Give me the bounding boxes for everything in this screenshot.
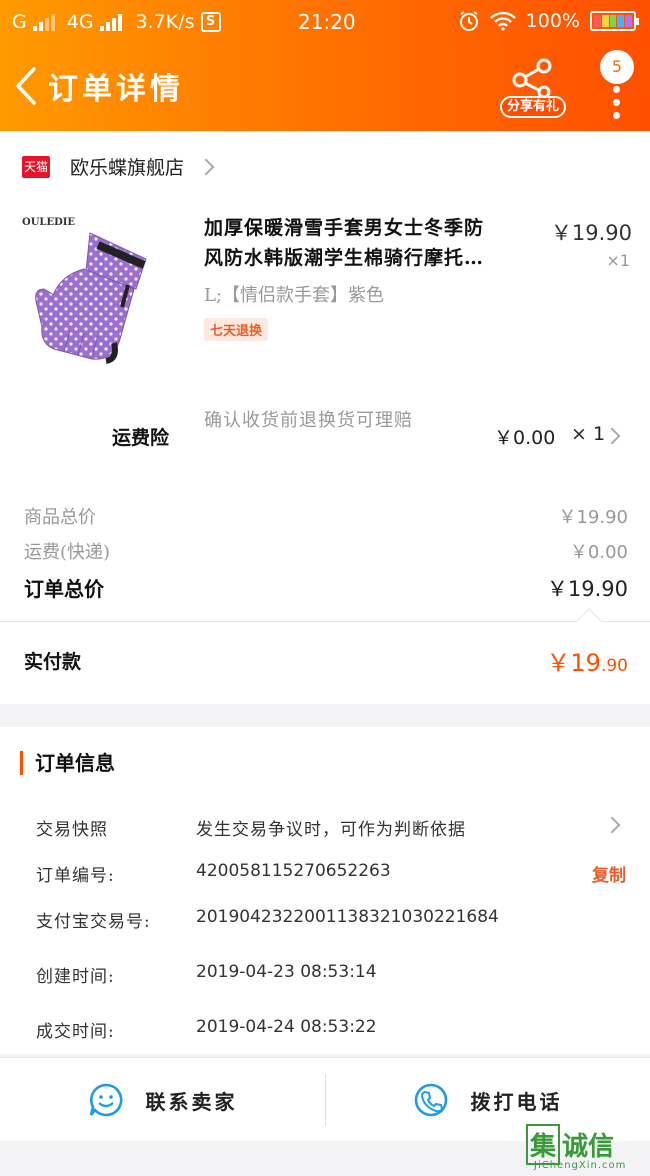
share-icon — [512, 58, 552, 98]
paid-amount-label: 实付款 — [24, 651, 82, 673]
order-card: 天猫 欧乐蝶旗舰店 OULEDIE 加厚保暖滑雪手套男女士冬季防 风防水韩版潮学… — [0, 131, 650, 704]
order-info-section: 订单信息 交易快照 发生交易争议时，可作为判断依据 订单编号: 42005811… — [0, 727, 650, 1054]
deal-time-label: 成交时间: — [36, 1022, 115, 1042]
seven-day-return-tag: 七天退换 — [204, 318, 269, 341]
shop-row[interactable]: 天猫 欧乐蝶旗舰店 — [22, 153, 215, 180]
shipping-insurance-price: ￥0.00 — [494, 427, 556, 449]
goods-total-label: 商品总价 — [24, 507, 96, 528]
status-left: G 4G 3.7K/s S — [12, 11, 221, 33]
watermark-logo: 集诚信 JiChengXin.com — [526, 1124, 642, 1174]
order-total-label: 订单总价 — [24, 577, 104, 601]
share-gift-button[interactable]: 分享有礼 — [500, 56, 566, 118]
chevron-right-icon[interactable] — [603, 427, 621, 445]
chat-icon — [89, 1083, 122, 1117]
glove-icon — [35, 232, 147, 364]
shop-name: 欧乐蝶旗舰店 — [70, 157, 185, 179]
signal-icon — [99, 13, 122, 31]
battery-percent: 100% — [525, 10, 580, 32]
more-menu-button[interactable]: 5 — [600, 50, 636, 119]
contact-seller-button[interactable]: 联系卖家 — [0, 1058, 325, 1142]
shipping-fee-row: 运费(快递) ￥0.00 — [24, 538, 628, 564]
header: G 4G 3.7K/s S 21:20 100% 订单详情 分享有礼 5 — [0, 0, 650, 131]
order-total-value: ￥19.90 — [546, 577, 628, 601]
goods-total-value: ￥19.90 — [558, 507, 628, 528]
watermark-box-char: 集 — [526, 1124, 561, 1165]
back-arrow-icon[interactable] — [12, 66, 40, 106]
more-dots-icon — [613, 86, 621, 125]
alipay-trade-value: 2019042322001138321030221684 — [196, 907, 499, 927]
goods-total-row: 商品总价 ￥19.90 — [24, 503, 628, 529]
deal-time-value: 2019-04-24 08:53:22 — [196, 1017, 377, 1037]
wifi-icon — [489, 11, 516, 31]
product-sku: L;【情侣款手套】紫色 — [204, 285, 385, 306]
product-title-line-2: 风防水韩版潮学生棉骑行摩托… — [204, 247, 485, 269]
product-price: ￥19.90 — [550, 221, 632, 245]
share-gift-label: 分享有礼 — [500, 96, 566, 118]
carrier-label-1: G — [12, 11, 27, 33]
copy-button[interactable]: 复制 — [592, 861, 626, 886]
chevron-right-icon — [603, 816, 621, 834]
tmall-logo: 天猫 — [22, 155, 50, 178]
alipay-trade-label: 支付宝交易号: — [36, 912, 151, 932]
carrier-label-2: 4G — [66, 11, 94, 33]
paid-currency: ￥ — [546, 649, 571, 677]
call-phone-label: 拨打电话 — [470, 1089, 563, 1114]
order-total-row: 订单总价 ￥19.90 — [24, 573, 628, 602]
chevron-right-icon — [197, 158, 215, 175]
order-number-value: 420058115270652263 — [196, 861, 391, 881]
status-time: 21:20 — [298, 10, 356, 34]
paid-amount-value: ￥19.90 — [546, 643, 628, 678]
divider — [0, 621, 650, 622]
page-title: 订单详情 — [48, 72, 184, 107]
product-image[interactable]: OULEDIE — [18, 211, 178, 371]
shipping-insurance-label: 运费险 — [112, 427, 170, 449]
product-brand: OULEDIE — [22, 217, 76, 228]
network-speed: 3.7K/s — [135, 11, 195, 33]
contact-seller-label: 联系卖家 — [145, 1089, 238, 1114]
signal-icon — [32, 13, 55, 31]
product-quantity: ×1 — [606, 251, 630, 270]
alarm-icon — [459, 11, 478, 31]
product-title[interactable]: 加厚保暖滑雪手套男女士冬季防 风防水韩版潮学生棉骑行摩托… — [204, 213, 534, 273]
s-app-icon: S — [200, 12, 221, 32]
status-bar: G 4G 3.7K/s S 21:20 100% — [0, 0, 650, 44]
created-time-value: 2019-04-23 08:53:14 — [196, 962, 377, 982]
shipping-fee-value: ￥0.00 — [569, 542, 628, 563]
order-number-label: 订单编号: — [36, 866, 115, 886]
trade-snapshot-label: 交易快照 — [36, 820, 108, 840]
battery-icon — [590, 11, 639, 31]
order-info-title: 订单信息 — [20, 751, 115, 775]
status-right: 100% — [458, 10, 639, 32]
watermark-chars: 诚信 — [562, 1132, 615, 1162]
paid-integer: 19 — [570, 649, 601, 677]
paid-decimal: .90 — [600, 656, 628, 676]
watermark-text: 集诚信 — [526, 1124, 614, 1165]
phone-icon — [414, 1083, 447, 1117]
shipping-fee-label: 运费(快递) — [24, 542, 111, 563]
created-time-label: 创建时间: — [36, 967, 115, 987]
shipping-insurance-desc: 确认收货前退换货可理赔 — [204, 410, 413, 431]
message-count-badge: 5 — [600, 50, 634, 84]
divider-notch — [576, 608, 602, 634]
watermark-domain: JiChengXin.com — [534, 1160, 627, 1171]
shipping-insurance-qty: × 1 — [571, 423, 606, 445]
product-title-line-1: 加厚保暖滑雪手套男女士冬季防 — [204, 217, 485, 239]
trade-snapshot-value: 发生交易争议时，可作为判断依据 — [196, 820, 466, 840]
